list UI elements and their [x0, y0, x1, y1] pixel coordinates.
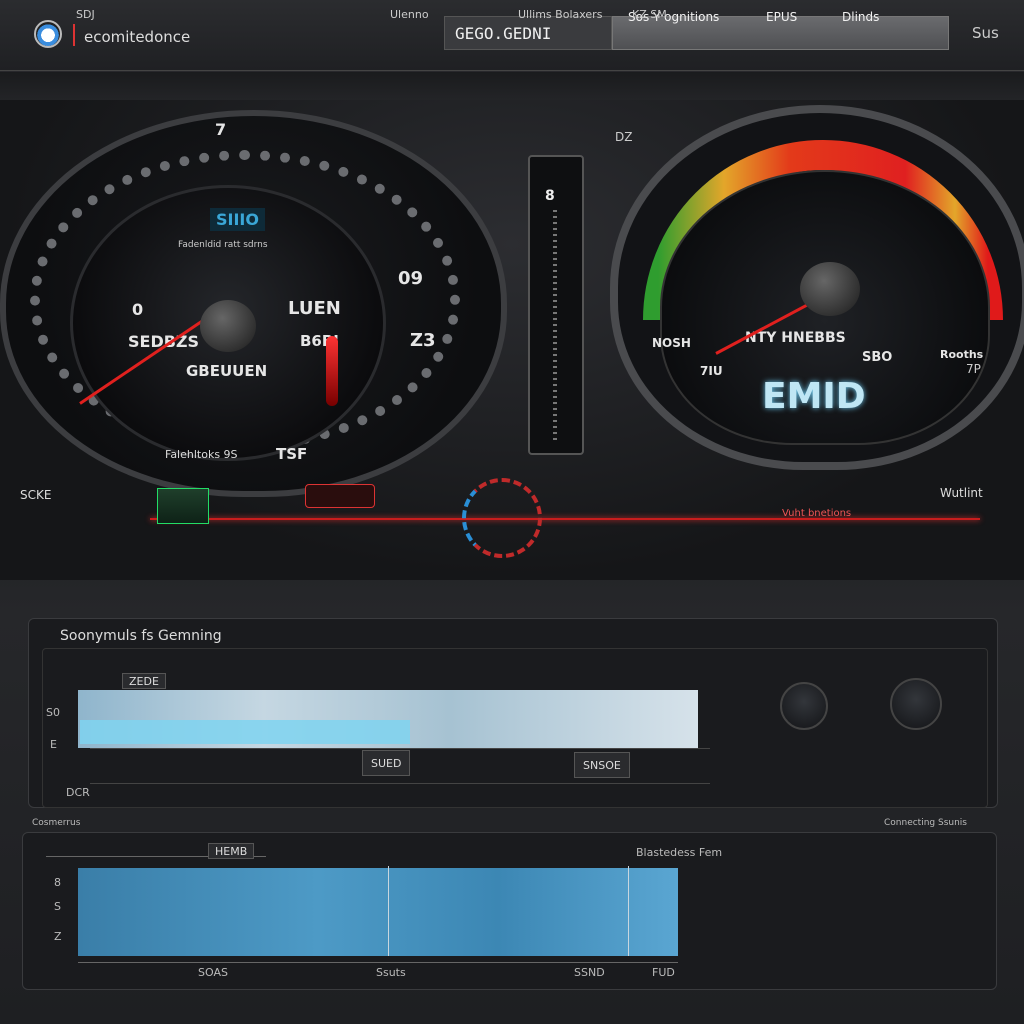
lower-axis-line	[78, 962, 678, 963]
lower-left-caption: Cosmerrus	[32, 818, 81, 828]
tach-right-label: Rooths	[940, 348, 984, 361]
gauge-left-value: 0	[132, 300, 144, 319]
lower-y-label-2: S	[54, 900, 61, 913]
line-label: Vuht bnetions	[782, 508, 852, 519]
needle-hub	[200, 300, 256, 352]
gauge-bottom-label: GBEUUEN	[186, 362, 268, 380]
lower-chart	[78, 868, 678, 956]
gauge-right-value2: Z3	[410, 330, 436, 351]
lower-axis-label-3: SSND	[574, 966, 605, 979]
lower-axis-label-4: FUD	[652, 966, 675, 979]
lower-y-label-1: 8	[54, 876, 61, 889]
status-led-green	[157, 488, 209, 524]
signal-line	[150, 518, 980, 520]
diagnostics-bar	[80, 720, 410, 744]
tach-big-label: EMID	[762, 376, 866, 417]
lower-divider-1	[388, 866, 389, 956]
lower-right-caption: Connecting Ssunis	[884, 818, 967, 828]
gauge-top-label: 7	[215, 120, 227, 139]
sub-left-label: SDJ	[76, 8, 95, 21]
app-title: ecomitedonce	[84, 28, 191, 46]
tach-hub	[800, 262, 860, 316]
lower-chart-tag[interactable]: HEMB	[208, 843, 255, 859]
lower-axis-label-1: SOAS	[198, 966, 228, 979]
diag-chip-right[interactable]: SNSOE	[574, 752, 630, 778]
gauge-center-label: LUEN	[288, 298, 341, 319]
top-right-label[interactable]: Sus	[972, 24, 999, 42]
diag-chip-left[interactable]: ZEDE	[122, 673, 166, 689]
tach-small-left: 7IU	[700, 364, 723, 378]
diag-y-label-1: S0	[46, 706, 60, 719]
gauge-footer-right: TSF	[276, 445, 308, 463]
tach-center-label: NTY HNEBBS	[745, 330, 846, 346]
tab-bolaxers[interactable]: Ullims Bolaxers	[518, 8, 602, 21]
nav-item-dlinds[interactable]: Dlinds	[842, 10, 879, 24]
gauge-right-value: 09	[398, 268, 424, 289]
level-value: 8	[545, 188, 555, 204]
side-left-label: SCKE	[20, 488, 52, 502]
lower-y-label-3: Z	[54, 930, 62, 943]
diag-chip-center[interactable]: SUED	[362, 750, 411, 776]
gauge-subtitle: Fadenldid ratt sdrns	[178, 240, 268, 250]
diag-knob-right[interactable]	[890, 678, 942, 730]
diag-knob-left[interactable]	[780, 682, 828, 730]
nav-item-epus[interactable]: EPUS	[766, 10, 797, 24]
diag-corner: DCR	[66, 786, 90, 799]
level-track	[553, 210, 557, 440]
small-dial[interactable]	[462, 478, 542, 558]
tab-kz[interactable]: KZ SM	[632, 8, 667, 21]
lower-divider-2	[628, 866, 629, 956]
lower-chart-tag-right: Blastedess Fem	[636, 846, 723, 859]
gauge-screen-label: SIIIO	[210, 208, 265, 231]
side-right-label: Wutlint	[940, 486, 983, 500]
search-input[interactable]: GEGO.GEDNI	[444, 16, 612, 50]
tach-top-label: DZ	[615, 130, 633, 144]
gauge-footer-left: Falehltoks 9S	[165, 448, 238, 461]
tach-small-right: SBO	[862, 350, 893, 365]
tach-left-label: NOSH	[652, 336, 691, 350]
redline-marker	[326, 336, 338, 406]
tach-right-sub: 7P	[966, 362, 981, 376]
sub-bar	[0, 72, 1024, 101]
sub-center-label: Ulenno	[390, 8, 429, 21]
lower-axis-label-2: Ssuts	[376, 966, 406, 979]
diag-y-label-2: E	[50, 738, 57, 751]
status-led-red	[305, 484, 375, 508]
bmw-logo-icon[interactable]	[34, 20, 62, 48]
divider	[73, 24, 75, 46]
diagnostics-title: Soonymuls fs Gemning	[60, 628, 222, 644]
